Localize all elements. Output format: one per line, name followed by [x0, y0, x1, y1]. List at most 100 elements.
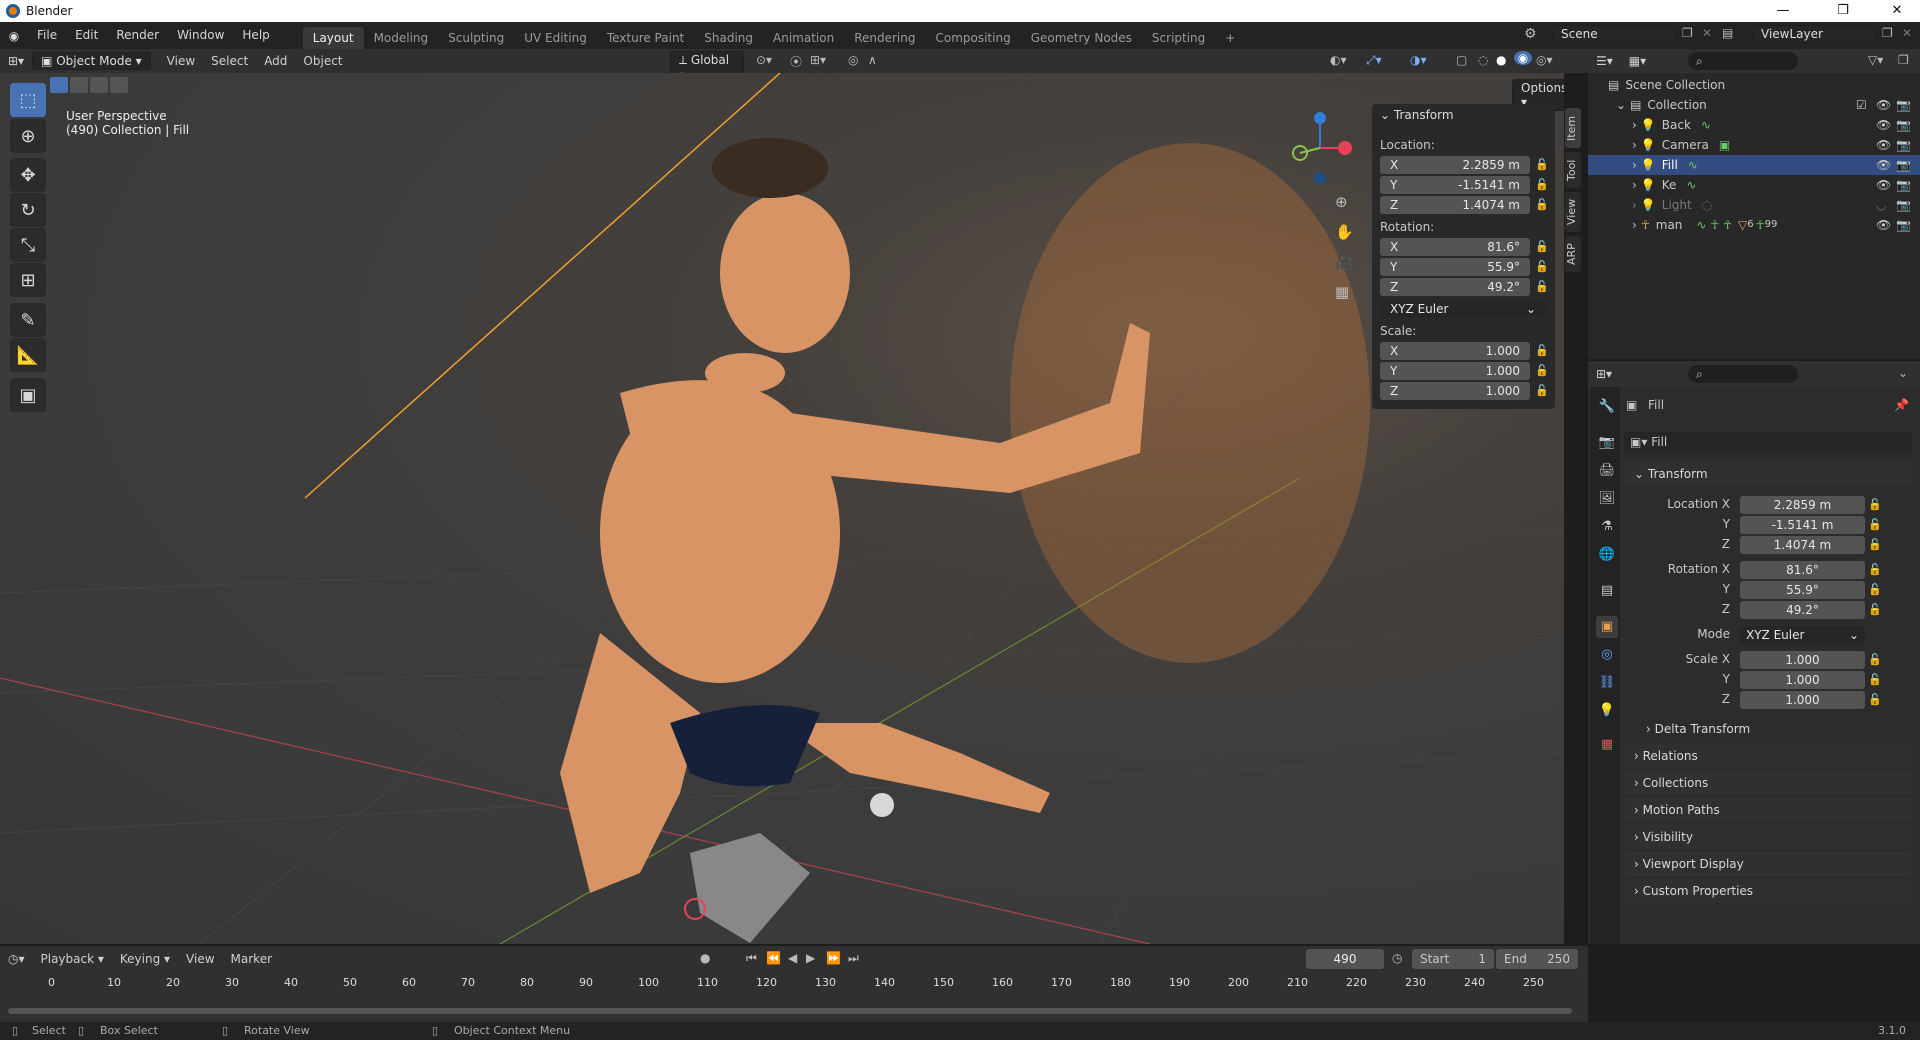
- frame-ruler[interactable]: 0 10 20 30 40 50 60 70 80 90 100 110 120 130 140 150 160…: [0, 946, 1588, 996]
- light-data-properties-icon[interactable]: 💡: [1596, 700, 1618, 722]
- proportional-edit-icon[interactable]: ◎: [848, 53, 858, 67]
- lock-icon[interactable]: 🔓: [1535, 158, 1549, 171]
- menu-render[interactable]: Render: [107, 22, 168, 49]
- rotation-mode-select[interactable]: XYZ Euler ⌄: [1380, 300, 1546, 318]
- prop-scale-z-field[interactable]: 1.000: [1740, 691, 1865, 709]
- xray-icon[interactable]: ▢: [1456, 53, 1467, 67]
- camera-render-icon[interactable]: 📷: [1896, 135, 1911, 155]
- lock-icon[interactable]: 🔓: [1868, 563, 1882, 576]
- object-properties-icon[interactable]: ▣: [1596, 616, 1618, 638]
- editor-type-icon[interactable]: ⊞▾: [0, 54, 32, 68]
- delta-transform-subsection[interactable]: › Delta Transform: [1646, 722, 1750, 736]
- tool-settings-icon[interactable]: 🔧: [1596, 396, 1618, 418]
- minimize-icon[interactable]: —: [1760, 0, 1806, 22]
- scale-tool[interactable]: ⤡: [10, 228, 46, 262]
- object-name-field[interactable]: ▣▾ Fill: [1624, 432, 1912, 452]
- collection-row[interactable]: ⌄ ▤ Collection ☑ 👁 📷: [1588, 95, 1920, 115]
- lock-icon[interactable]: 🔓: [1535, 198, 1549, 211]
- rotate-tool[interactable]: ↻: [10, 193, 46, 227]
- view-layer-properties-icon[interactable]: 🖼: [1596, 488, 1618, 510]
- menu-object[interactable]: Object: [295, 54, 350, 68]
- camera-render-icon[interactable]: 📷: [1896, 175, 1911, 195]
- new-view-layer-icon[interactable]: ❐: [1882, 26, 1893, 40]
- lock-icon[interactable]: 🔓: [1868, 583, 1882, 596]
- prop-location-x-field[interactable]: 2.2859 m: [1740, 496, 1865, 514]
- delete-view-layer-icon[interactable]: ✕: [1902, 26, 1912, 40]
- world-properties-icon[interactable]: 🌐: [1596, 544, 1618, 566]
- visibility-icon[interactable]: ◐▾: [1330, 53, 1347, 67]
- rotation-y-field[interactable]: Y 55.9°: [1380, 258, 1530, 276]
- scale-y-field[interactable]: Y 1.000: [1380, 362, 1530, 380]
- new-collection-icon[interactable]: ❐: [1898, 53, 1909, 67]
- ortho-toggle-icon[interactable]: ▦: [1335, 283, 1349, 301]
- outliner-item-back[interactable]: › 💡 Back ∿ 👁 📷: [1588, 115, 1920, 135]
- outliner-item-man[interactable]: › ☥ man ∿ ☥ ☥ ▽ 6 ☥ 99 👁 📷: [1588, 215, 1920, 235]
- close-icon[interactable]: ✕: [1874, 0, 1920, 22]
- camera-render-icon[interactable]: 📷: [1896, 115, 1911, 135]
- pivot-icon[interactable]: ⊙▾: [756, 53, 772, 67]
- outliner-item-light[interactable]: › 💡 Light ◌ ◡ 📷: [1588, 195, 1920, 215]
- falloff-icon[interactable]: ∧: [868, 53, 877, 67]
- eye-icon[interactable]: 👁: [1876, 115, 1891, 135]
- tab-layout[interactable]: Layout: [302, 27, 364, 49]
- zoom-icon[interactable]: ⊕: [1335, 193, 1348, 211]
- prop-location-z-field[interactable]: 1.4074 m: [1740, 536, 1865, 554]
- tab-texture-paint[interactable]: Texture Paint: [597, 27, 694, 49]
- prop-rotation-z-field[interactable]: 49.2°: [1740, 601, 1865, 619]
- checkbox-icon[interactable]: ☑: [1856, 95, 1867, 115]
- scene-collection-row[interactable]: ▤ Scene Collection: [1588, 75, 1920, 95]
- tab-scripting[interactable]: Scripting: [1142, 27, 1215, 49]
- tab-rendering[interactable]: Rendering: [844, 27, 925, 49]
- lock-icon[interactable]: 🔓: [1868, 498, 1882, 511]
- lock-icon[interactable]: 🔓: [1535, 178, 1549, 191]
- outliner-search-input[interactable]: ⌕: [1688, 52, 1798, 70]
- physics-properties-icon[interactable]: ◎: [1596, 644, 1618, 666]
- select-box-tool[interactable]: ⬚: [10, 83, 46, 117]
- lock-icon[interactable]: 🔓: [1535, 384, 1549, 397]
- viewport-display-section-header[interactable]: › Viewport Display: [1624, 852, 1912, 876]
- rotation-mode-dropdown[interactable]: XYZ Euler ⌄: [1740, 626, 1865, 644]
- collection-properties-icon[interactable]: ▤: [1596, 580, 1618, 602]
- snap-target-icon[interactable]: ⊞▾: [810, 53, 826, 67]
- menu-file[interactable]: File: [28, 22, 66, 49]
- tab-sculpting[interactable]: Sculpting: [438, 27, 514, 49]
- camera-view-icon[interactable]: 🎥: [1335, 253, 1354, 271]
- lock-icon[interactable]: 🔓: [1535, 364, 1549, 377]
- eye-icon[interactable]: 👁: [1876, 175, 1891, 195]
- mode-selector[interactable]: ▣ Object Mode ▾: [32, 52, 151, 70]
- rendered-shading-icon[interactable]: ◎▾: [1536, 53, 1553, 67]
- filter-icon[interactable]: ▽▾: [1868, 53, 1883, 67]
- menu-view[interactable]: View: [159, 54, 203, 68]
- select-new-icon[interactable]: [50, 77, 68, 93]
- select-extend-icon[interactable]: [70, 77, 88, 93]
- outliner-item-fill[interactable]: › 💡 Fill ∿ 👁 📷: [1588, 155, 1920, 175]
- lock-icon[interactable]: 🔓: [1868, 673, 1882, 686]
- material-shading-icon[interactable]: ◉: [1514, 51, 1532, 65]
- restore-icon[interactable]: ❐: [1820, 0, 1866, 22]
- output-properties-icon[interactable]: 🖨: [1596, 460, 1618, 482]
- location-x-field[interactable]: X 2.2859 m: [1380, 156, 1530, 174]
- select-subtract-icon[interactable]: [90, 77, 108, 93]
- add-cube-tool[interactable]: ▣: [10, 378, 46, 412]
- relations-section-header[interactable]: › Relations: [1624, 744, 1912, 768]
- motion-paths-section-header[interactable]: › Motion Paths: [1624, 798, 1912, 822]
- scene-properties-icon[interactable]: ⚗: [1596, 516, 1618, 538]
- prop-scale-x-field[interactable]: 1.000: [1740, 651, 1865, 669]
- pan-hand-icon[interactable]: ✋: [1335, 223, 1354, 241]
- scale-z-field[interactable]: Z 1.000: [1380, 382, 1530, 400]
- tab-shading[interactable]: Shading: [694, 27, 763, 49]
- sidebar-tab-tool[interactable]: Tool: [1565, 152, 1581, 188]
- camera-render-icon[interactable]: 📷: [1896, 155, 1911, 175]
- eye-icon[interactable]: 👁: [1876, 155, 1891, 175]
- gizmo-icon[interactable]: ⤢▾: [1366, 53, 1382, 68]
- move-tool[interactable]: ✥: [10, 158, 46, 192]
- eye-icon[interactable]: 👁: [1876, 95, 1891, 115]
- transform-panel-header[interactable]: ⌄ Transform: [1380, 108, 1454, 122]
- outliner-item-camera[interactable]: › 💡 Camera ▣ 👁 📷: [1588, 135, 1920, 155]
- location-y-field[interactable]: Y -1.5141 m: [1380, 176, 1530, 194]
- overlay-icon[interactable]: ◑▾: [1410, 53, 1427, 67]
- measure-tool[interactable]: 📐: [10, 338, 46, 372]
- visibility-section-header[interactable]: › Visibility: [1624, 825, 1912, 849]
- collections-section-header[interactable]: › Collections: [1624, 771, 1912, 795]
- tab-geometry-nodes[interactable]: Geometry Nodes: [1021, 27, 1142, 49]
